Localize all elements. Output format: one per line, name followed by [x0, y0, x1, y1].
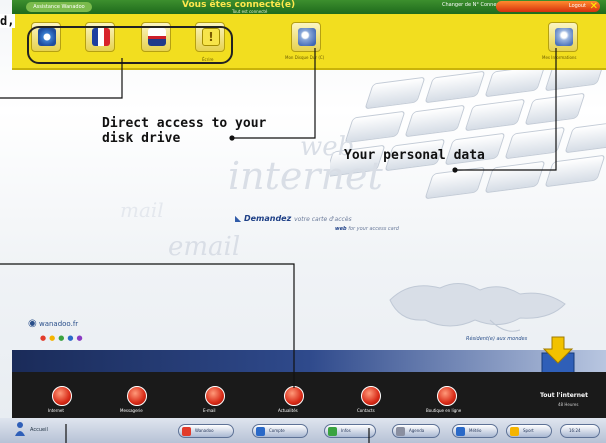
app-internet-button[interactable] — [52, 386, 72, 406]
start-label[interactable]: Accueil — [30, 427, 48, 433]
callout-disk-line1: Direct access to your — [102, 116, 267, 131]
clock: 16:24 — [560, 424, 600, 438]
close-icon: ✕ — [589, 1, 598, 12]
tout-internet-link[interactable]: Tout l'internet — [540, 392, 588, 399]
logout-button[interactable]: Logout ✕ — [496, 1, 600, 12]
task-label: Compte — [269, 428, 285, 433]
callout-left-fragment: d, — [0, 14, 16, 28]
task-label: Wanadoo — [195, 428, 214, 433]
task-icon — [256, 427, 265, 436]
assistance-button[interactable]: Assistance Wanadoo — [26, 2, 92, 12]
app-launcher-bar — [12, 372, 606, 418]
banner-brand: Demandez — [243, 214, 292, 223]
app-internet-label: Internet — [48, 408, 64, 413]
app-email-button[interactable] — [205, 386, 225, 406]
task-button-compte[interactable]: Compte — [252, 424, 308, 438]
banner-subline: web for your access card — [335, 226, 399, 232]
task-label: Agenda — [409, 428, 425, 433]
resident-label: Résident(e) aux mondes — [466, 336, 528, 342]
user-data-icon — [555, 28, 573, 46]
disk-drive-button[interactable] — [291, 22, 321, 52]
logout-label: Logout — [568, 3, 586, 9]
ghost-word-email: email — [168, 232, 241, 262]
app-messagerie-button[interactable] — [127, 386, 147, 406]
globe-icon: ◉ — [28, 318, 37, 329]
app-contacts-button[interactable] — [361, 386, 381, 406]
toolbar: ! Écrire Mon Disque Dur (C) Mes Informat… — [12, 14, 606, 70]
download-icon[interactable] — [538, 335, 582, 375]
task-icon — [510, 427, 519, 436]
logo-text: wanadoo.fr — [38, 320, 79, 328]
task-label: Météo — [469, 428, 482, 433]
disk-drive-caption: Mon Disque Dur (C) — [285, 55, 325, 60]
app-actualites-button[interactable] — [284, 386, 304, 406]
callout-disk-line2: disk drive — [102, 131, 181, 146]
banner-icon: ◣ — [235, 214, 242, 223]
app-contacts-label: Contacts — [357, 408, 375, 413]
tout-internet-subtitle: 48 Heures — [558, 402, 579, 407]
app-boutique-button[interactable] — [437, 386, 457, 406]
task-icon — [182, 427, 191, 436]
wanadoo-logo: ◉ wanadoo.fr — [28, 318, 78, 329]
app-email-label: E-mail — [203, 408, 216, 413]
logo-color-dots: ●●●●● — [40, 334, 86, 342]
callout-personal-data: Your personal data — [344, 148, 485, 163]
promo-banner[interactable]: ◣ Demandez votre carte d'accès — [235, 214, 352, 223]
app-screen: Assistance Wanadoo Vous êtes connecté(e)… — [0, 0, 606, 443]
banner-text: votre carte d'accès — [294, 216, 352, 223]
navy-strip — [12, 350, 606, 372]
ghost-word-mail: mail — [120, 198, 164, 222]
personal-data-caption: Mes Informations — [542, 55, 577, 60]
app-boutique-label: Boutique en ligne — [426, 408, 462, 413]
task-button-infos[interactable]: Infos — [324, 424, 376, 438]
task-button-sport[interactable]: Sport — [506, 424, 552, 438]
task-icon — [456, 427, 465, 436]
task-button-meteo[interactable]: Météo — [452, 424, 498, 438]
task-label: Infos — [341, 428, 351, 433]
title-bar: Assistance Wanadoo Vous êtes connecté(e)… — [12, 0, 606, 14]
banner-sub-bold: web — [335, 226, 347, 232]
task-icon — [396, 427, 405, 436]
task-icon — [328, 427, 337, 436]
task-button-agenda[interactable]: Agenda — [392, 424, 440, 438]
personal-data-button[interactable] — [548, 22, 578, 52]
task-label: Sport — [523, 428, 534, 433]
task-button-wanadoo[interactable]: Wanadoo — [178, 424, 234, 438]
disk-drive-icon — [298, 28, 316, 46]
banner-sub-rest: for your access card — [348, 226, 399, 232]
toolbar-small-label: Écrire — [202, 57, 214, 62]
app-actualites-label: Actualités — [278, 408, 298, 413]
app-messagerie-label: Messagerie — [120, 408, 143, 413]
